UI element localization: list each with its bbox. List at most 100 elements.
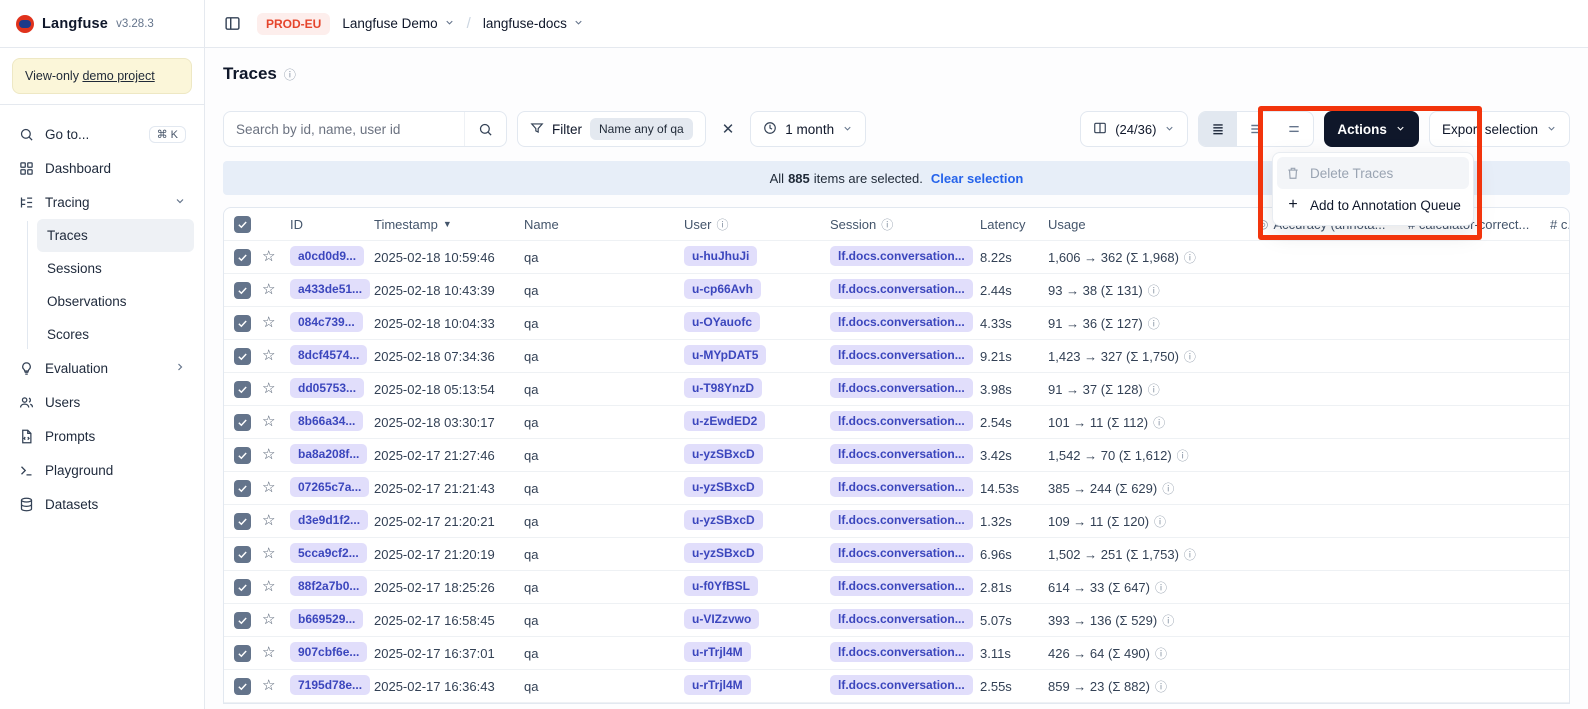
table-row[interactable]: ☆ 7195d78e... 2025-02-17 16:36:43 qa u-r… xyxy=(224,670,1569,703)
table-row[interactable]: ☆ a0cd0d9... 2025-02-18 10:59:46 qa u-hu… xyxy=(224,241,1569,274)
trace-id-badge[interactable]: a433de51... xyxy=(290,279,370,299)
search-input[interactable] xyxy=(224,112,456,146)
session-id-badge[interactable]: lf.docs.conversation... xyxy=(830,576,973,596)
sidebar-item-traces[interactable]: Traces xyxy=(37,219,194,252)
project-switcher[interactable]: langfuse-docs xyxy=(483,16,584,31)
user-id-badge[interactable]: u-rTrjl4M xyxy=(684,642,751,662)
org-switcher[interactable]: Langfuse Demo xyxy=(342,16,454,31)
bookmark-star-icon[interactable]: ☆ xyxy=(262,644,275,661)
table-row[interactable]: ☆ b669529... 2025-02-17 16:58:45 qa u-VI… xyxy=(224,604,1569,637)
table-row[interactable]: ☆ d3e9d1f2... 2025-02-17 21:20:21 qa u-y… xyxy=(224,505,1569,538)
row-height-compact-icon[interactable] xyxy=(1199,112,1237,146)
clear-filter-icon[interactable]: ✕ xyxy=(716,114,741,144)
table-row[interactable]: ☆ 88f2a7b0... 2025-02-17 18:25:26 qa u-f… xyxy=(224,571,1569,604)
trace-id-badge[interactable]: dd05753... xyxy=(290,378,364,398)
session-id-badge[interactable]: lf.docs.conversation... xyxy=(830,378,973,398)
trace-id-badge[interactable]: 07265c7a... xyxy=(290,477,369,497)
table-row[interactable]: ☆ ba8a208f... 2025-02-17 21:27:46 qa u-y… xyxy=(224,439,1569,472)
user-id-badge[interactable]: u-zEwdED2 xyxy=(684,411,765,431)
row-checkbox[interactable] xyxy=(234,612,251,629)
sidebar-item-observations[interactable]: Observations xyxy=(37,285,194,318)
row-checkbox[interactable] xyxy=(234,513,251,530)
table-row[interactable]: ☆ 907cbf6e... 2025-02-17 16:37:01 qa u-r… xyxy=(224,637,1569,670)
user-id-badge[interactable]: u-yzSBxcD xyxy=(684,510,763,530)
sidebar-item-scores[interactable]: Scores xyxy=(37,318,194,351)
trace-id-badge[interactable]: a0cd0d9... xyxy=(290,246,364,266)
trace-id-badge[interactable]: 7195d78e... xyxy=(290,675,370,695)
user-id-badge[interactable]: u-cp66Avh xyxy=(684,279,761,299)
row-checkbox[interactable] xyxy=(234,546,251,563)
bookmark-star-icon[interactable]: ☆ xyxy=(262,281,275,298)
col-header-user[interactable]: Userⓘ xyxy=(684,216,830,233)
bookmark-star-icon[interactable]: ☆ xyxy=(262,347,275,364)
col-header-name[interactable]: Name xyxy=(524,217,684,232)
sidebar-item-playground[interactable]: Playground xyxy=(10,453,194,487)
trace-id-badge[interactable]: 88f2a7b0... xyxy=(290,576,367,596)
bookmark-star-icon[interactable]: ☆ xyxy=(262,413,275,430)
session-id-badge[interactable]: lf.docs.conversation... xyxy=(830,444,973,464)
trace-id-badge[interactable]: 084c739... xyxy=(290,312,363,332)
columns-button[interactable]: (24/36) xyxy=(1080,111,1188,147)
user-id-badge[interactable]: u-rTrjl4M xyxy=(684,675,751,695)
session-id-badge[interactable]: lf.docs.conversation... xyxy=(830,246,973,266)
session-id-badge[interactable]: lf.docs.conversation... xyxy=(830,675,973,695)
row-checkbox[interactable] xyxy=(234,414,251,431)
select-all-checkbox[interactable] xyxy=(234,216,251,233)
bookmark-star-icon[interactable]: ☆ xyxy=(262,611,275,628)
row-height-tall-icon[interactable] xyxy=(1275,112,1313,146)
search-icon[interactable] xyxy=(464,112,506,146)
bookmark-star-icon[interactable]: ☆ xyxy=(262,512,275,529)
sidebar-item-dashboard[interactable]: Dashboard xyxy=(10,151,194,185)
table-row[interactable]: ☆ dd05753... 2025-02-18 05:13:54 qa u-T9… xyxy=(224,373,1569,406)
trace-id-badge[interactable]: 907cbf6e... xyxy=(290,642,367,662)
session-id-badge[interactable]: lf.docs.conversation... xyxy=(830,477,973,497)
sidebar-item-users[interactable]: Users xyxy=(10,385,194,419)
user-id-badge[interactable]: u-yzSBxcD xyxy=(684,543,763,563)
table-row[interactable]: ☆ 8b66a34... 2025-02-18 03:30:17 qa u-zE… xyxy=(224,406,1569,439)
row-checkbox[interactable] xyxy=(234,645,251,662)
bookmark-star-icon[interactable]: ☆ xyxy=(262,314,275,331)
session-id-badge[interactable]: lf.docs.conversation... xyxy=(830,609,973,629)
sidebar-item-evaluation[interactable]: Evaluation xyxy=(10,351,194,385)
row-height-medium-icon[interactable] xyxy=(1237,112,1275,146)
user-id-badge[interactable]: u-f0YfBSL xyxy=(684,576,758,596)
user-id-badge[interactable]: u-OYauofc xyxy=(684,312,760,332)
filter-button[interactable]: Filter Name any of qa xyxy=(517,111,706,147)
bookmark-star-icon[interactable]: ☆ xyxy=(262,578,275,595)
bookmark-star-icon[interactable]: ☆ xyxy=(262,446,275,463)
menu-item-add-to-annotation-queue[interactable]: + Add to Annotation Queue xyxy=(1277,189,1469,221)
row-checkbox[interactable] xyxy=(234,579,251,596)
user-id-badge[interactable]: u-huJhuJi xyxy=(684,246,757,266)
user-id-badge[interactable]: u-yzSBxcD xyxy=(684,444,763,464)
col-header-usage[interactable]: Usage xyxy=(1048,217,1258,232)
bookmark-star-icon[interactable]: ☆ xyxy=(262,380,275,397)
row-checkbox[interactable] xyxy=(234,315,251,332)
sidebar-toggle-icon[interactable] xyxy=(219,11,245,37)
goto-search[interactable]: Go to... ⌘ K xyxy=(10,117,194,151)
session-id-badge[interactable]: lf.docs.conversation... xyxy=(830,543,973,563)
session-id-badge[interactable]: lf.docs.conversation... xyxy=(830,510,973,530)
row-checkbox[interactable] xyxy=(234,447,251,464)
table-row[interactable]: ☆ 5cca9cf2... 2025-02-17 21:20:19 qa u-y… xyxy=(224,538,1569,571)
sidebar-item-sessions[interactable]: Sessions xyxy=(37,252,194,285)
bookmark-star-icon[interactable]: ☆ xyxy=(262,677,275,694)
user-id-badge[interactable]: u-yzSBxcD xyxy=(684,477,763,497)
trace-id-badge[interactable]: b669529... xyxy=(290,609,363,629)
row-checkbox[interactable] xyxy=(234,381,251,398)
time-range-button[interactable]: 1 month xyxy=(750,111,866,147)
table-row[interactable]: ☆ 084c739... 2025-02-18 10:04:33 qa u-OY… xyxy=(224,307,1569,340)
session-id-badge[interactable]: lf.docs.conversation... xyxy=(830,345,973,365)
col-header-session[interactable]: Sessionⓘ xyxy=(830,216,980,233)
session-id-badge[interactable]: lf.docs.conversation... xyxy=(830,279,973,299)
bookmark-star-icon[interactable]: ☆ xyxy=(262,545,275,562)
row-checkbox[interactable] xyxy=(234,282,251,299)
trace-id-badge[interactable]: 5cca9cf2... xyxy=(290,543,367,563)
trace-id-badge[interactable]: ba8a208f... xyxy=(290,444,367,464)
trace-id-badge[interactable]: 8dcf4574... xyxy=(290,345,367,365)
bookmark-star-icon[interactable]: ☆ xyxy=(262,248,275,265)
col-header-id[interactable]: ID xyxy=(290,217,374,232)
user-id-badge[interactable]: u-VIZzvwo xyxy=(684,609,759,629)
sidebar-item-datasets[interactable]: Datasets xyxy=(10,487,194,521)
row-checkbox[interactable] xyxy=(234,678,251,695)
sidebar-item-tracing[interactable]: Tracing xyxy=(10,185,194,219)
